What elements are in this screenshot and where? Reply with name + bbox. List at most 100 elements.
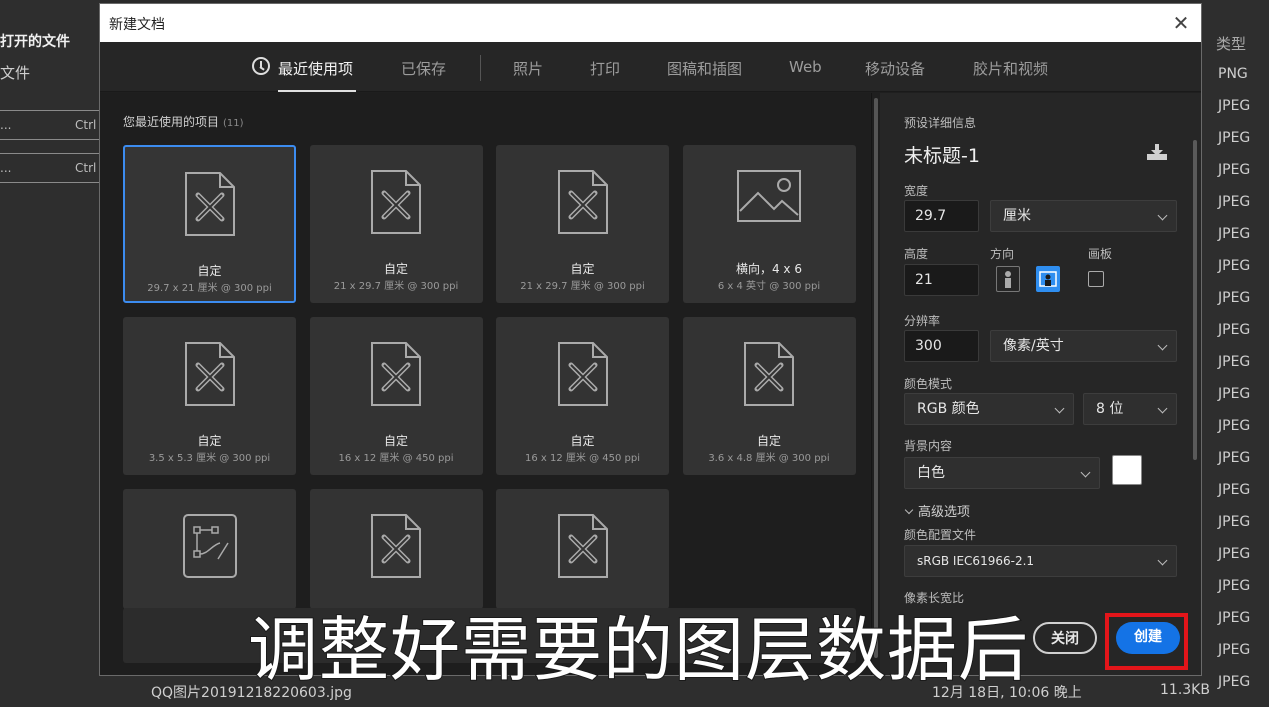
preset-tile[interactable] xyxy=(309,489,483,609)
recent-row[interactable]: ... Ctrl xyxy=(0,110,100,140)
preset-tile[interactable]: 自定 3.5 x 5.3 厘米 @ 300 ppi xyxy=(123,317,296,475)
preset-meta: 3.5 x 5.3 厘米 @ 300 ppi xyxy=(148,453,271,464)
file-type-cell: PNG xyxy=(1218,66,1248,82)
chevron-down-icon xyxy=(1157,403,1168,414)
height-input[interactable]: 21 xyxy=(904,264,979,296)
dialog-title: 新建文档 xyxy=(109,17,165,33)
portrait-orientation-button[interactable] xyxy=(996,266,1020,292)
chevron-down-icon xyxy=(904,505,914,515)
preset-tile[interactable] xyxy=(496,489,669,609)
color-mode-select[interactable]: RGB 颜色 xyxy=(904,393,1074,425)
row-text: ... xyxy=(0,161,12,175)
preset-tile[interactable]: 自定 29.7 x 21 厘米 @ 300 ppi xyxy=(123,145,296,303)
resolution-unit-select[interactable]: 像素/英寸 xyxy=(990,330,1177,362)
color-profile-label: 颜色配置文件 xyxy=(904,528,977,542)
landscape-icon xyxy=(1039,271,1057,287)
tab-recent[interactable]: 最近使用项 xyxy=(278,58,353,79)
preset-tile[interactable]: 自定 21 x 29.7 厘米 @ 300 ppi xyxy=(496,145,669,303)
pane-divider xyxy=(871,93,872,675)
preset-name: 自定 xyxy=(383,262,408,276)
active-tab-indicator xyxy=(278,90,356,92)
preset-meta: 3.6 x 4.8 厘米 @ 300 ppi xyxy=(708,453,830,464)
background-contents-select[interactable]: 白色 xyxy=(904,457,1100,489)
tab-art-illustration[interactable]: 图稿和插图 xyxy=(667,58,742,79)
file-type-cell: JPEG xyxy=(1218,386,1251,402)
tab-saved[interactable]: 已保存 xyxy=(401,58,446,79)
preset-name: 自定 xyxy=(383,434,408,448)
type-column-header[interactable]: 类型 xyxy=(1216,33,1246,54)
row-shortcut: Ctrl xyxy=(75,118,97,132)
preset-tile[interactable]: 自定 16 x 12 厘米 @ 450 ppi xyxy=(309,317,483,475)
landscape-orientation-button[interactable] xyxy=(1036,266,1060,292)
file-size: 11.3KB xyxy=(1160,682,1210,698)
row-shortcut: Ctrl xyxy=(75,161,97,175)
preset-tile[interactable] xyxy=(123,489,296,609)
file-type-cell: JPEG xyxy=(1218,610,1251,626)
preset-scrollbar[interactable] xyxy=(874,98,878,658)
color-profile-select[interactable]: sRGB IEC61966-2.1 xyxy=(904,545,1177,577)
artboard-label: 画板 xyxy=(1088,247,1113,261)
orientation-label: 方向 xyxy=(990,247,1015,261)
details-scrollbar[interactable] xyxy=(1193,140,1197,460)
file-type-cell: JPEG xyxy=(1218,514,1251,530)
tab-print[interactable]: 打印 xyxy=(590,58,620,79)
chevron-down-icon xyxy=(1054,403,1065,414)
close-icon[interactable]: ✕ xyxy=(1170,12,1192,34)
background-color-swatch[interactable] xyxy=(1112,455,1142,485)
file-type-cell: JPEG xyxy=(1218,546,1251,562)
recent-items-title: 您最近使用的项目 (11) xyxy=(123,113,244,130)
width-input[interactable]: 29.7 xyxy=(904,200,979,232)
tab-film-video[interactable]: 胶片和视频 xyxy=(973,58,1048,79)
create-button-highlight xyxy=(1105,613,1188,670)
preset-name: 自定 xyxy=(756,434,781,448)
preset-tile[interactable]: 自定 16 x 12 厘米 @ 450 ppi xyxy=(496,317,669,475)
tab-web[interactable]: Web xyxy=(789,58,822,76)
file-type-cell: JPEG xyxy=(1218,258,1251,274)
tab-divider xyxy=(480,55,481,81)
preset-meta: 29.7 x 21 厘米 @ 300 ppi xyxy=(147,283,272,294)
file-label[interactable]: 文件 xyxy=(0,62,30,83)
color-profile-value: sRGB IEC61966-2.1 xyxy=(917,554,1035,568)
preset-meta: 16 x 12 厘米 @ 450 ppi xyxy=(338,453,454,464)
preset-meta: 21 x 29.7 厘米 @ 300 ppi xyxy=(333,281,459,292)
file-type-cell: JPEG xyxy=(1218,418,1251,434)
save-preset-icon[interactable] xyxy=(1146,143,1168,161)
section-title-text: 您最近使用的项目 xyxy=(123,115,220,129)
file-type-cell: JPEG xyxy=(1218,450,1251,466)
preset-tile[interactable]: 横向，4 x 6 6 x 4 英寸 @ 300 ppi xyxy=(682,145,856,303)
file-type-column: 类型 PNG JPEG JPEG JPEG JPEG JPEG JPEG JPEG JPEG JP… xyxy=(1202,0,1269,707)
details-header: 预设详细信息 xyxy=(904,116,977,130)
video-subtitle: 调整好需要的图层数据后 xyxy=(247,608,1029,692)
advanced-options-label: 高级选项 xyxy=(918,505,971,520)
preset-name: 横向，4 x 6 xyxy=(735,262,802,276)
preset-name: 自定 xyxy=(197,434,222,448)
recent-row[interactable]: ... Ctrl xyxy=(0,153,100,183)
file-type-cell: JPEG xyxy=(1218,642,1251,658)
preset-tile[interactable]: 自定 21 x 29.7 厘米 @ 300 ppi xyxy=(309,145,483,303)
chevron-down-icon xyxy=(1157,340,1168,351)
open-file-label[interactable]: 打开的文件 xyxy=(0,31,70,51)
file-type-cell: JPEG xyxy=(1218,354,1251,370)
dialog-titlebar: 新建文档 ✕ xyxy=(100,4,1201,42)
preset-tile[interactable]: 自定 3.6 x 4.8 厘米 @ 300 ppi xyxy=(682,317,856,475)
portrait-icon xyxy=(1005,271,1011,288)
file-type-cell: JPEG xyxy=(1218,482,1251,498)
tab-mobile[interactable]: 移动设备 xyxy=(865,58,925,79)
clock-icon xyxy=(252,57,270,75)
file-type-cell: JPEG xyxy=(1218,194,1251,210)
tab-photo[interactable]: 照片 xyxy=(513,58,543,79)
preset-grid-pane: 您最近使用的项目 (11) 自定 29.7 x 21 厘米 @ 300 ppi 自定 2… xyxy=(100,93,870,675)
width-unit-select[interactable]: 厘米 xyxy=(990,200,1177,232)
width-label: 宽度 xyxy=(904,184,929,198)
close-button[interactable]: 关闭 xyxy=(1033,622,1097,654)
width-unit-value: 厘米 xyxy=(1003,208,1031,224)
file-type-cell: JPEG xyxy=(1218,578,1251,594)
preset-meta: 16 x 12 厘米 @ 450 ppi xyxy=(525,453,640,464)
advanced-options-toggle[interactable]: 高级选项 xyxy=(904,501,970,520)
artboard-checkbox[interactable] xyxy=(1088,271,1104,287)
document-name[interactable]: 未标题-1 xyxy=(904,141,980,168)
bit-depth-select[interactable]: 8 位 xyxy=(1083,393,1177,425)
resolution-input[interactable]: 300 xyxy=(904,330,979,362)
preset-details-pane: 预设详细信息 未标题-1 宽度 29.7 厘米 高度 方向 画板 21 分辨率 … xyxy=(880,93,1201,675)
chevron-down-icon xyxy=(1157,210,1168,221)
